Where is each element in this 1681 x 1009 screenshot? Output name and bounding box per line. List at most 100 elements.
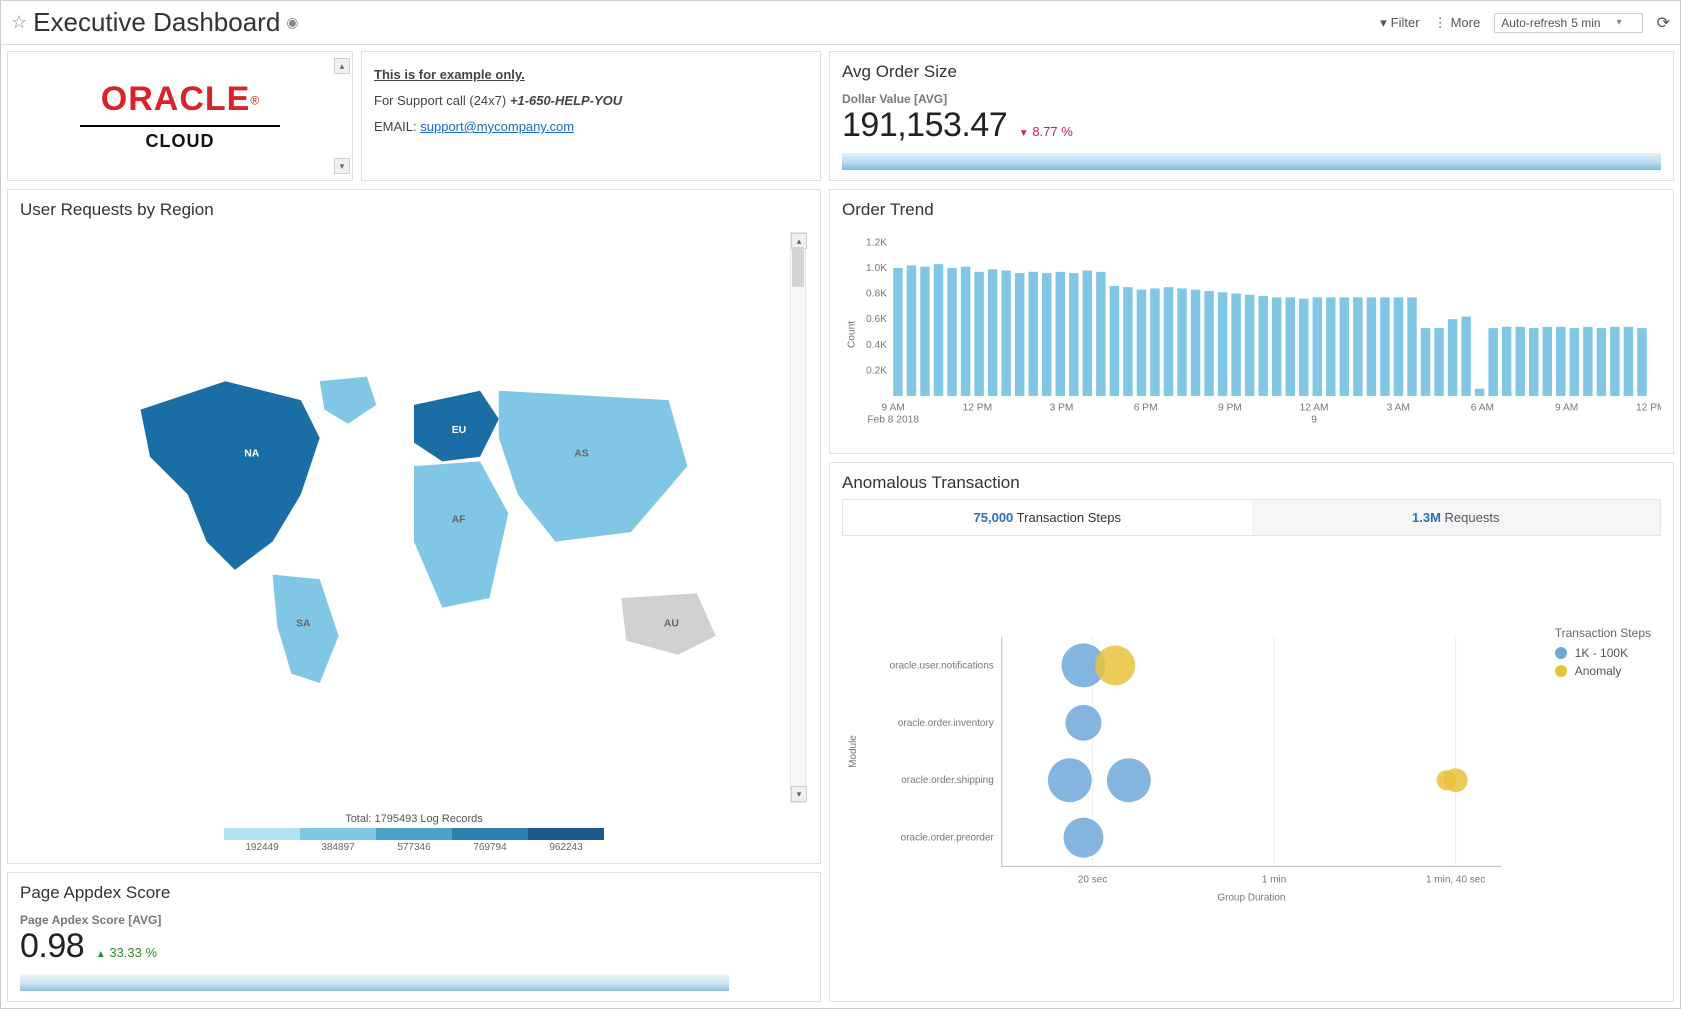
svg-text:9: 9: [1311, 415, 1317, 426]
svg-text:20 sec: 20 sec: [1078, 874, 1107, 885]
avg-order-trend-bar: [842, 153, 1661, 170]
svg-text:0.2K: 0.2K: [866, 365, 887, 376]
svg-text:Feb 8 2018: Feb 8 2018: [867, 415, 919, 426]
avg-order-card: Avg Order Size Dollar Value [AVG] 191,15…: [829, 51, 1674, 181]
info-card: This is for example only. For Support ca…: [361, 51, 821, 181]
region-label-na: NA: [244, 448, 259, 459]
appdex-card: Page Appdex Score Page Apdex Score [AVG]…: [7, 872, 821, 1002]
tab-requests[interactable]: 1.3M Requests: [1252, 500, 1661, 535]
tab1-label: Transaction Steps: [1017, 510, 1121, 525]
autorefresh-value: 5 min: [1571, 16, 1600, 30]
svg-text:0.6K: 0.6K: [866, 314, 887, 325]
svg-text:Count: Count: [846, 321, 857, 348]
legend-dot-normal: [1555, 647, 1567, 659]
svg-text:oracle.order.inventory: oracle.order.inventory: [898, 718, 994, 729]
map-legend-ticks: 192449384897577346769794962243: [224, 842, 604, 853]
world-map[interactable]: NA EU AS AF SA AU: [64, 353, 764, 683]
appdex-delta: ▲ 33.33 %: [96, 945, 157, 960]
region-label-au: AU: [664, 618, 679, 629]
logo-card: ORACLE® CLOUD ▴ ▾: [7, 51, 353, 181]
svg-text:0.8K: 0.8K: [866, 289, 887, 300]
appdex-title: Page Appdex Score: [20, 883, 808, 903]
region-label-af: AF: [452, 514, 466, 525]
svg-text:Module: Module: [848, 735, 859, 768]
appdex-trend-bar: [20, 974, 729, 991]
brand-logo-text: ORACLE: [101, 80, 251, 118]
legend-label-anomaly: Anomaly: [1575, 664, 1622, 678]
svg-text:oracle.order.shipping: oracle.order.shipping: [901, 775, 994, 786]
avg-order-delta: ▼ 8.77 %: [1019, 124, 1073, 139]
scroll-up-icon[interactable]: ▴: [334, 58, 350, 74]
svg-text:9 AM: 9 AM: [1555, 402, 1578, 413]
info-line2-prefix: For Support call (24x7): [374, 93, 510, 108]
svg-text:oracle.order.preorder: oracle.order.preorder: [901, 833, 995, 844]
map-title: User Requests by Region: [20, 200, 808, 220]
tab2-label: Requests: [1445, 510, 1500, 525]
region-label-as: AS: [574, 448, 588, 459]
tab1-count: 75,000: [974, 510, 1014, 525]
info-line1: This is for example only.: [374, 67, 525, 82]
info-line3-prefix: EMAIL:: [374, 119, 420, 134]
tab-transaction-steps[interactable]: 75,000 Transaction Steps: [843, 500, 1252, 535]
region-label-eu: EU: [452, 425, 466, 436]
filter-icon: ▾: [1380, 15, 1387, 31]
svg-text:Group Duration: Group Duration: [1217, 892, 1285, 903]
region-label-sa: SA: [296, 618, 311, 629]
autorefresh-select[interactable]: Auto-refresh 5 min ▾: [1494, 13, 1642, 33]
svg-text:1.2K: 1.2K: [866, 237, 887, 248]
more-label: More: [1451, 15, 1481, 30]
svg-text:12 PM: 12 PM: [1636, 402, 1661, 413]
avg-order-sub: Dollar Value [AVG]: [842, 92, 1661, 106]
chevron-down-icon: ▾: [1617, 17, 1622, 28]
scroll-down-icon[interactable]: ▾: [334, 158, 350, 174]
anomalous-card: Anomalous Transaction 75,000 Transaction…: [829, 462, 1674, 1002]
order-trend-title: Order Trend: [842, 200, 1661, 220]
page-title: Executive Dashboard: [33, 7, 280, 38]
svg-text:oracle.user.notifications: oracle.user.notifications: [890, 660, 994, 671]
logo-scrollbar[interactable]: ▴ ▾: [334, 58, 350, 174]
registered-mark: ®: [250, 94, 259, 108]
map-scrollbar[interactable]: ▴ ▾: [790, 232, 806, 803]
svg-text:3 PM: 3 PM: [1050, 402, 1074, 413]
bubble-legend: Transaction Steps 1K - 100K Anomaly: [1555, 626, 1651, 682]
dashboard-header: ☆ Executive Dashboard ◉ ▾ Filter ⋮ More …: [1, 1, 1680, 45]
svg-text:9 AM: 9 AM: [882, 402, 905, 413]
svg-text:1 min: 1 min: [1262, 874, 1286, 885]
globe-icon[interactable]: ◉: [286, 14, 298, 31]
map-legend-total: Total: 1795493 Log Records: [20, 813, 808, 825]
filter-label: Filter: [1391, 15, 1420, 30]
filter-button[interactable]: ▾ Filter: [1380, 15, 1419, 31]
svg-text:1 min, 40 sec: 1 min, 40 sec: [1426, 874, 1485, 885]
avg-order-value: 191,153.47: [842, 106, 1007, 144]
svg-text:3 AM: 3 AM: [1387, 402, 1410, 413]
bubble-chart[interactable]: oracle.user.notifications oracle.order.in…: [842, 546, 1521, 987]
appdex-sub: Page Apdex Score [AVG]: [20, 913, 808, 927]
svg-text:12 AM: 12 AM: [1300, 402, 1329, 413]
scroll-down-icon[interactable]: ▾: [791, 786, 807, 802]
brand-sub-text: CLOUD: [80, 131, 280, 152]
svg-text:6 PM: 6 PM: [1134, 402, 1158, 413]
order-trend-card: Order Trend 0.2K 0.4K 0.6K 0.8K 1.0K 1.2K Coun…: [829, 189, 1674, 454]
order-trend-chart[interactable]: 0.2K 0.4K 0.6K 0.8K 1.0K 1.2K Count 9 AM Feb 8 2…: [842, 226, 1661, 443]
svg-text:0.4K: 0.4K: [866, 340, 887, 351]
support-phone: +1-650-HELP-YOU: [510, 93, 622, 108]
autorefresh-prefix: Auto-refresh: [1501, 16, 1567, 30]
svg-text:6 AM: 6 AM: [1471, 402, 1494, 413]
more-icon: ⋮: [1434, 15, 1447, 31]
svg-text:12 PM: 12 PM: [963, 402, 993, 413]
legend-dot-anomaly: [1555, 665, 1567, 677]
more-button[interactable]: ⋮ More: [1434, 15, 1481, 31]
legend-label-normal: 1K - 100K: [1575, 646, 1628, 660]
bubble-legend-title: Transaction Steps: [1555, 626, 1651, 640]
toolbar: ▾ Filter ⋮ More Auto-refresh 5 min ▾ ⟳: [1380, 13, 1670, 33]
svg-text:1.0K: 1.0K: [866, 263, 887, 274]
svg-text:9 PM: 9 PM: [1218, 402, 1242, 413]
appdex-value: 0.98: [20, 927, 84, 965]
avg-order-title: Avg Order Size: [842, 62, 1661, 82]
map-card: User Requests by Region: [7, 189, 821, 864]
support-email-link[interactable]: support@mycompany.com: [420, 119, 574, 134]
tab2-count: 1.3M: [1412, 510, 1441, 525]
refresh-icon[interactable]: ⟳: [1657, 13, 1670, 33]
map-legend-bar: [224, 828, 604, 840]
favorite-star-icon[interactable]: ☆: [11, 12, 27, 33]
